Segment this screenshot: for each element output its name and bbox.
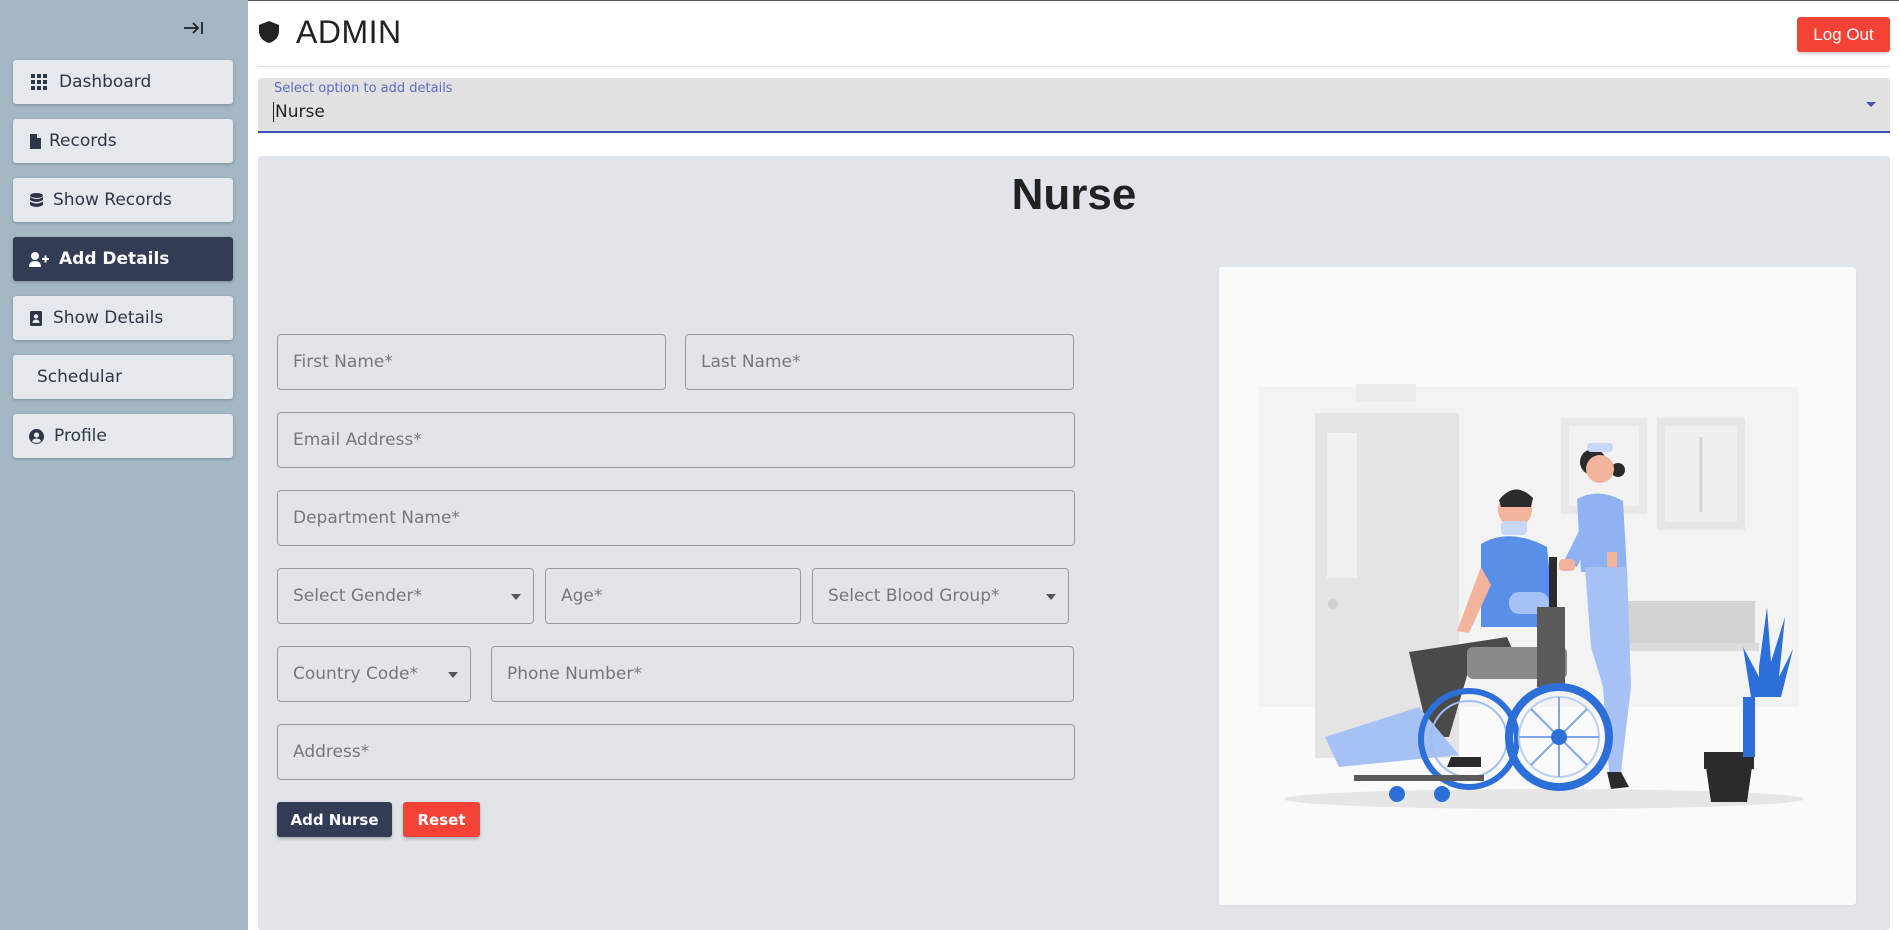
page-title: ADMIN [296,13,402,50]
user-plus-icon [29,250,49,268]
email-placeholder: Email Address* [293,430,422,450]
department-field[interactable]: Department Name* [277,490,1075,546]
sidebar-item-profile[interactable]: Profile [13,414,233,458]
sidebar-item-show-details[interactable]: Show Details [13,296,233,340]
sidebar-item-label: Show Details [53,308,164,328]
sidebar-item-label: Add Details [59,249,170,269]
add-nurse-button[interactable]: Add Nurse [277,802,392,837]
logout-button[interactable]: Log Out [1797,17,1890,52]
age-field[interactable]: Age* [545,568,801,624]
address-field[interactable]: Address* [277,724,1075,780]
user-circle-icon [29,427,44,445]
sidebar-item-label: Dashboard [59,72,152,92]
contact-card-icon [29,309,43,327]
nurse-form-card: Nurse First Name* Last Name* Email Addre… [258,156,1890,930]
nurse-wheelchair-illustration [1259,384,1804,809]
chevron-down-icon [448,672,458,678]
sidebar-item-label: Schedular [37,367,123,387]
email-field[interactable]: Email Address* [277,412,1075,468]
chevron-down-icon [1046,594,1056,600]
gender-select[interactable]: Select Gender* [277,568,534,624]
sidebar-item-schedular[interactable]: Schedular [13,355,233,399]
blood-group-placeholder: Select Blood Group* [828,586,1000,606]
last-name-field[interactable]: Last Name* [685,334,1074,390]
first-name-placeholder: First Name* [293,352,393,372]
sidebar-item-label: Show Records [53,190,172,210]
first-name-field[interactable]: First Name* [277,334,666,390]
sidebar-item-label: Profile [54,426,107,446]
top-border [248,0,1899,1]
last-name-placeholder: Last Name* [701,352,801,372]
phone-number-field[interactable]: Phone Number* [491,646,1074,702]
illustration-card [1219,267,1856,905]
details-type-select[interactable]: Select option to add details Nurse [258,78,1890,133]
reset-button[interactable]: Reset [403,802,480,837]
sidebar-item-dashboard[interactable]: Dashboard [13,60,233,104]
phone-number-placeholder: Phone Number* [507,664,642,684]
sidebar-item-records[interactable]: Records [13,119,233,163]
country-code-placeholder: Country Code* [293,664,418,684]
address-placeholder: Address* [293,742,370,762]
sidebar-item-label: Records [49,131,117,151]
sidebar: Dashboard Records Show Records Add Detai… [0,0,248,930]
page-header: ADMIN [258,10,402,54]
age-placeholder: Age* [561,586,603,606]
details-type-select-label: Select option to add details [274,81,453,96]
department-placeholder: Department Name* [293,508,460,528]
database-icon [29,191,43,209]
grid-icon [29,73,49,91]
sidebar-item-add-details[interactable]: Add Details [13,237,233,281]
divider [258,66,1890,67]
gender-placeholder: Select Gender* [293,586,422,606]
chevron-down-icon [511,594,521,600]
country-code-select[interactable]: Country Code* [277,646,471,702]
shield-icon [259,21,279,43]
file-icon [29,132,41,150]
collapse-sidebar-icon[interactable] [180,16,208,40]
sidebar-item-show-records[interactable]: Show Records [13,178,233,222]
blood-group-select[interactable]: Select Blood Group* [812,568,1069,624]
form-title: Nurse [1011,170,1137,219]
details-type-select-value: Nurse [273,102,325,122]
chevron-down-icon [1866,102,1876,107]
